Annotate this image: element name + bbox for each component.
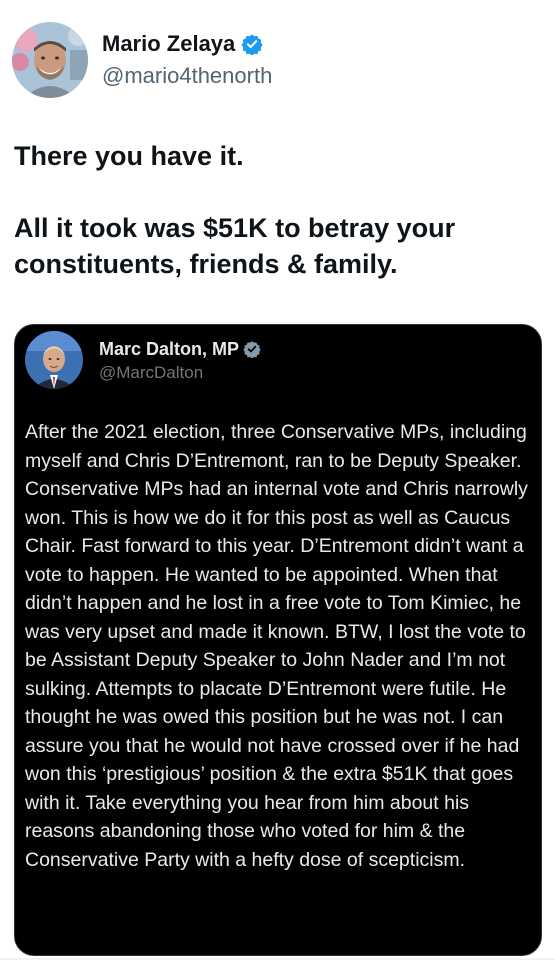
author-avatar[interactable]	[12, 22, 88, 98]
quoted-author-handle[interactable]: @MarcDalton	[99, 362, 261, 384]
quoted-author-avatar[interactable]	[25, 331, 83, 389]
verified-badge-icon[interactable]	[241, 33, 263, 56]
tweet-header: Mario Zelaya @mario4thenorth	[12, 22, 272, 98]
quoted-tweet-header: Marc Dalton, MP @MarcDalton	[25, 331, 261, 389]
author-names: Mario Zelaya @mario4thenorth	[102, 30, 272, 90]
quoted-author-avatar-image	[25, 331, 83, 389]
quoted-author-display-name[interactable]: Marc Dalton, MP	[99, 338, 239, 360]
tweet-text: There you have it. All it took was $51K …	[14, 138, 542, 282]
tweet-post: Mario Zelaya @mario4thenorth There you h…	[0, 0, 555, 960]
quoted-author-name-row: Marc Dalton, MP	[99, 338, 261, 360]
quoted-author-names: Marc Dalton, MP @MarcDalton	[99, 338, 261, 384]
quoted-tweet-card[interactable]: Marc Dalton, MP @MarcDalton After the 20…	[14, 324, 542, 956]
author-handle[interactable]: @mario4thenorth	[102, 62, 272, 90]
quoted-tweet-text: After the 2021 election, three Conservat…	[25, 421, 528, 871]
author-display-name[interactable]: Mario Zelaya	[102, 30, 235, 58]
gray-verified-badge-icon[interactable]	[243, 340, 261, 359]
tweet-paragraph-2: All it took was $51K to betray your cons…	[14, 213, 456, 279]
author-avatar-image	[12, 22, 88, 98]
tweet-paragraph-1: There you have it.	[14, 141, 244, 171]
author-name-row: Mario Zelaya	[102, 30, 272, 58]
